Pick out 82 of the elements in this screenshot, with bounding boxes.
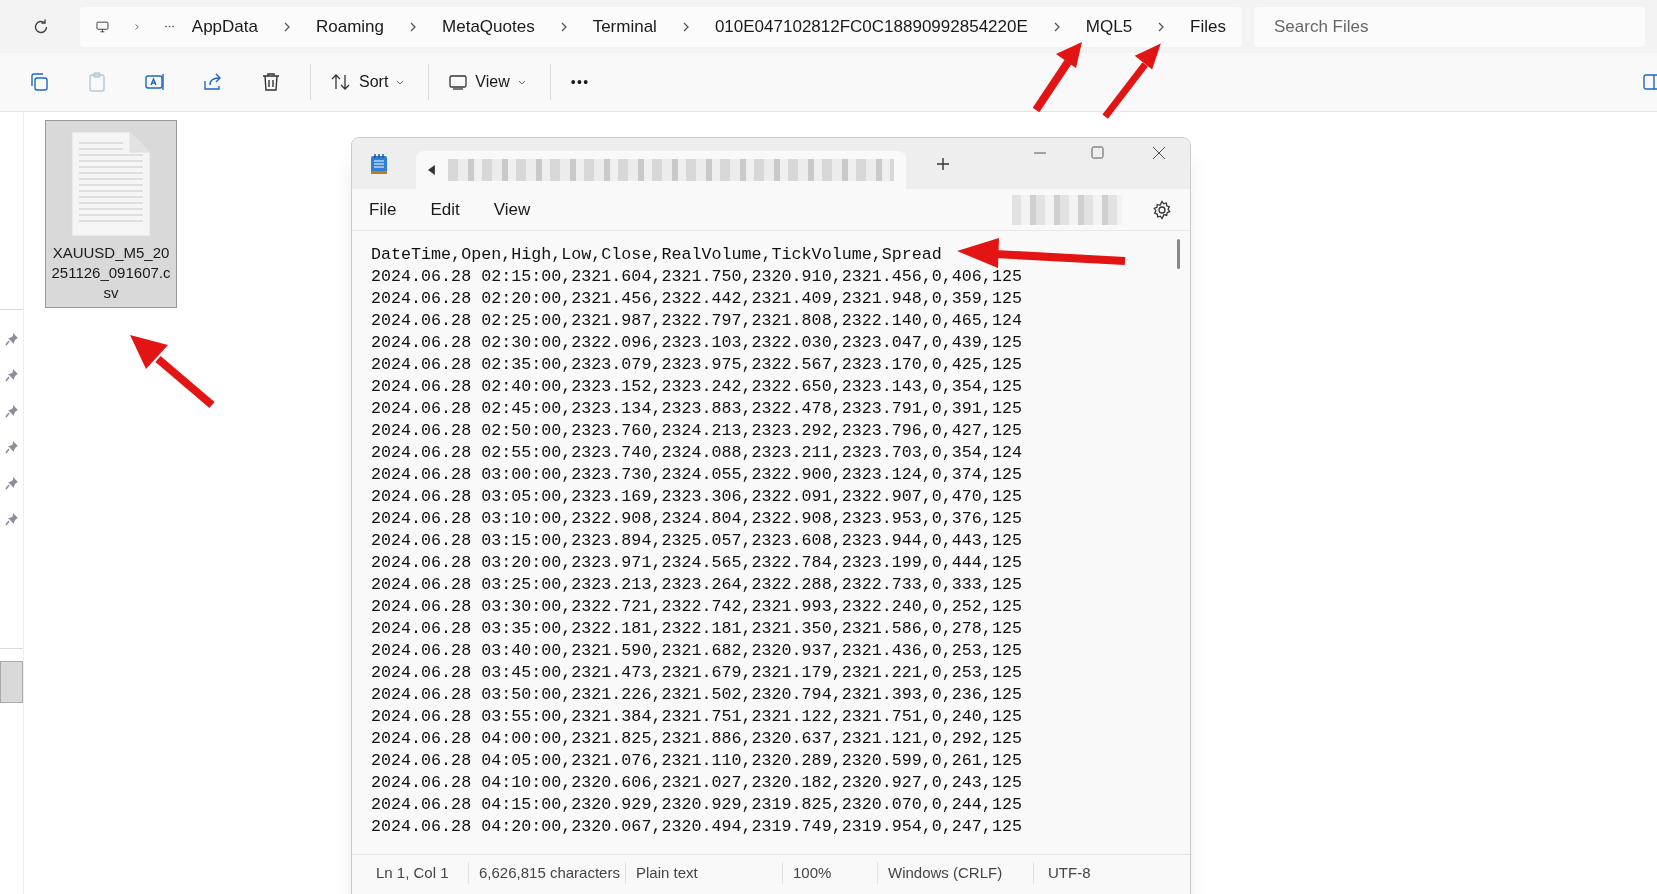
more-options-button[interactable]: •••: [570, 71, 590, 93]
chevron-icon: [410, 21, 417, 32]
ellipsis-icon[interactable]: [164, 25, 174, 28]
text-line: 2024.06.28 02:30:00,2322.096,2323.103,2322.030,2323.047,0,439,125: [371, 332, 1022, 354]
text-line: 2024.06.28 02:20:00,2321.456,2322.442,2321.409,2321.948,0,359,125: [371, 288, 1022, 310]
status-item: 6,626,815 characters: [469, 861, 626, 885]
view-icon: [449, 74, 468, 90]
chevron-icon: [134, 21, 139, 32]
search-field[interactable]: Search Files: [1254, 6, 1645, 47]
text-line: 2024.06.28 03:00:00,2323.730,2324.055,2322.900,2323.124,0,374,125: [371, 464, 1022, 486]
breadcrumb-item[interactable]: MetaQuotes: [442, 13, 535, 40]
pin-icon[interactable]: [4, 404, 19, 418]
text-line: 2024.06.28 03:30:00,2322.721,2322.742,2321.993,2322.240,0,252,125: [371, 596, 1022, 618]
text-line: 2024.06.28 03:55:00,2321.384,2321.751,2321.122,2321.751,0,240,125: [371, 706, 1022, 728]
pin-icon[interactable]: [4, 368, 19, 382]
csv-document-tile[interactable]: XAUUSD_M5_20251126_091607.csv: [45, 120, 177, 308]
text-line: 2024.06.28 02:40:00,2323.152,2323.242,2322.650,2323.143,0,354,125: [371, 376, 1022, 398]
text-line: 2024.06.28 03:15:00,2323.894,2325.057,2323.608,2323.944,0,443,125: [371, 530, 1022, 552]
maximize-icon[interactable]: [1091, 146, 1104, 159]
text-line: 2024.06.28 03:05:00,2323.169,2323.306,2322.091,2322.907,0,470,125: [371, 486, 1022, 508]
text-line: DateTime,Open,High,Low,Close,RealVolume,TickVolume,Spread: [371, 244, 942, 266]
details-pane-icon[interactable]: [1643, 73, 1657, 91]
pin-icon[interactable]: [4, 512, 19, 526]
text-line: 2024.06.28 02:45:00,2323.134,2323.883,2322.478,2323.791,0,391,125: [371, 398, 1022, 420]
nav-item-highlight[interactable]: [0, 661, 23, 703]
document-icon: [71, 131, 151, 237]
text-line: 2024.06.28 03:50:00,2321.226,2321.502,2320.794,2321.393,0,236,125: [371, 684, 1022, 706]
text-line: 2024.06.28 04:00:00,2321.825,2321.886,2320.637,2321.121,0,292,125: [371, 728, 1022, 750]
menu-item[interactable]: File: [369, 196, 397, 223]
scrollbar-thumb[interactable]: [1177, 239, 1180, 269]
caret-down-icon: [396, 79, 405, 85]
breadcrumb-item[interactable]: Files: [1190, 13, 1226, 40]
chevron-icon: [682, 21, 689, 32]
text-line: 2024.06.28 03:45:00,2321.473,2321.679,2321.179,2321.221,0,253,125: [371, 662, 1022, 684]
sort-icon: [331, 73, 351, 91]
text-line: 2024.06.28 03:25:00,2323.213,2323.264,2322.288,2322.733,0,333,125: [371, 574, 1022, 596]
status-item: UTF-8: [1047, 862, 1092, 883]
text-line: 2024.06.28 04:10:00,2320.606,2321.027,2320.182,2320.927,0,243,125: [371, 772, 1022, 794]
status-item: Ln 1, Col 1: [352, 861, 469, 885]
breadcrumb-item[interactable]: Terminal: [592, 13, 657, 40]
text-line: 2024.06.28 03:10:00,2322.908,2324.804,2322.908,2323.953,0,376,125: [371, 508, 1022, 530]
menu-item[interactable]: View: [493, 196, 531, 223]
new-tab-icon[interactable]: [936, 156, 950, 171]
text-line: 2024.06.28 03:20:00,2323.971,2324.565,2322.784,2323.199,0,444,125: [371, 552, 1022, 574]
text-line: 2024.06.28 02:25:00,2321.987,2322.797,2321.808,2322.140,0,465,124: [371, 310, 1022, 332]
caret-left-icon: [428, 165, 436, 175]
text-line: 2024.06.28 02:50:00,2323.760,2324.213,2323.292,2323.796,0,427,125: [371, 420, 1022, 442]
breadcrumb-item[interactable]: AppData: [191, 13, 258, 40]
notepad-icon: [370, 152, 388, 175]
status-item: Plain text: [626, 861, 783, 885]
status-item: Windows (CRLF): [878, 861, 1034, 885]
chevron-icon: [284, 21, 290, 32]
caret-down-icon: [517, 79, 526, 85]
text-line: 2024.06.28 04:20:00,2320.067,2320.494,2319.749,2319.954,0,247,125: [371, 816, 1022, 838]
copy-icon[interactable]: [28, 71, 50, 93]
pin-icon[interactable]: [4, 440, 19, 454]
breadcrumb-item[interactable]: MQL5: [1085, 13, 1133, 40]
settings-icon[interactable]: [1152, 199, 1172, 220]
text-line: 2024.06.28 03:35:00,2322.181,2322.181,2321.350,2321.586,0,278,125: [371, 618, 1022, 640]
file-name: XAUUSD_M5_20251126_091607.csv: [50, 243, 172, 303]
breadcrumb-item[interactable]: 010E047102812FC0C18890992854220E: [714, 13, 1028, 40]
rename-icon[interactable]: [144, 71, 166, 93]
address-bar[interactable]: AppData Roaming MetaQuotes Terminal 010E047102812FC0C18890992854220E MQL5 Files: [80, 6, 1242, 47]
chevron-icon: [560, 21, 567, 32]
text-line: 2024.06.28 02:55:00,2323.740,2324.088,2323.211,2323.703,0,354,124: [371, 442, 1022, 464]
status-item: 100%: [783, 861, 878, 885]
menu-item[interactable]: Edit: [430, 196, 460, 223]
breadcrumb-item[interactable]: Roaming: [316, 13, 385, 40]
refresh-icon[interactable]: [32, 17, 50, 36]
pin-icon[interactable]: [4, 332, 19, 346]
close-icon[interactable]: [1152, 145, 1166, 160]
chevron-icon: [1053, 21, 1060, 32]
text-line: 2024.06.28 04:15:00,2320.929,2320.929,2319.825,2320.070,0,244,125: [371, 794, 1022, 816]
delete-icon[interactable]: [260, 71, 282, 93]
text-line: 2024.06.28 02:35:00,2323.079,2323.975,2322.567,2323.170,0,425,125: [371, 354, 1022, 376]
chevron-icon: [1158, 21, 1165, 32]
pin-icon[interactable]: [4, 476, 19, 490]
sort-button[interactable]: Sort: [331, 70, 405, 94]
text-line: 2024.06.28 02:15:00,2321.604,2321.750,2320.910,2321.456,0,406,125: [371, 266, 1022, 288]
text-line: 2024.06.28 03:40:00,2321.590,2321.682,2320.937,2321.436,0,253,125: [371, 640, 1022, 662]
view-button[interactable]: View: [449, 70, 526, 94]
text-line: 2024.06.28 04:05:00,2321.076,2321.110,2320.289,2320.599,0,261,125: [371, 750, 1022, 772]
